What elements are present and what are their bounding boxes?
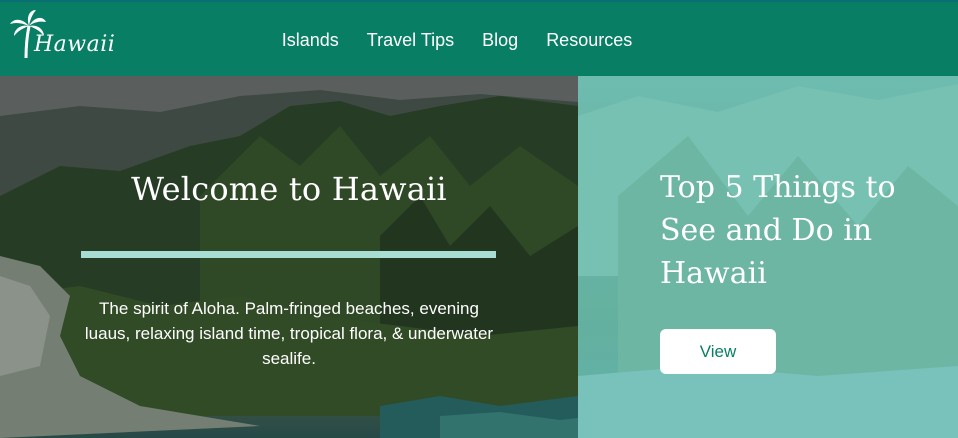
- site-header: Hawaii Islands Travel Tips Blog Resource…: [0, 0, 958, 76]
- feature-title: Top 5 Things to See and Do in Hawaii: [660, 170, 896, 291]
- hero-divider: [81, 251, 496, 258]
- view-button[interactable]: View: [660, 329, 776, 374]
- nav-item-blog[interactable]: Blog: [482, 26, 518, 54]
- nav-item-islands[interactable]: Islands: [282, 26, 339, 54]
- nav-item-travel-tips[interactable]: Travel Tips: [367, 26, 454, 54]
- hero-description: The spirit of Aloha. Palm-fringed beache…: [84, 299, 494, 368]
- feature-panel: Top 5 Things to See and Do in Hawaii Vie…: [578, 76, 958, 438]
- hero-title: Welcome to Hawaii: [131, 170, 447, 208]
- nav-item-resources[interactable]: Resources: [546, 26, 632, 54]
- hero-section: Welcome to Hawaii The spirit of Aloha. P…: [0, 76, 578, 438]
- main-nav: Islands Travel Tips Blog Resources: [0, 26, 936, 54]
